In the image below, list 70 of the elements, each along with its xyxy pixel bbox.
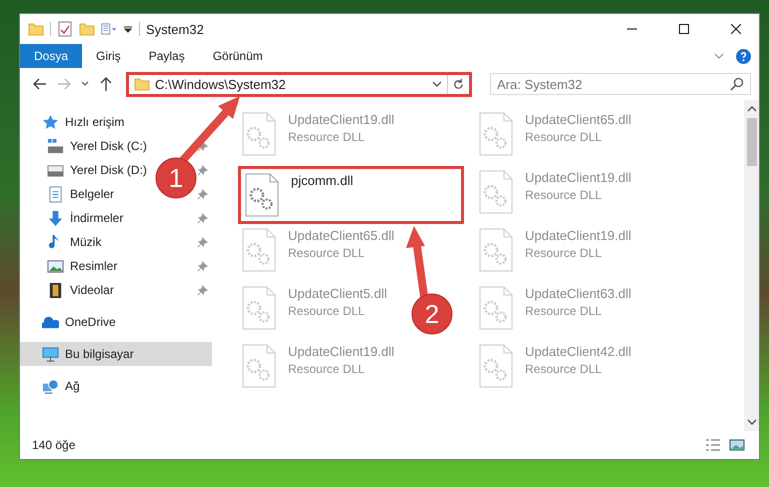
file-name[interactable]: pjcomm.dll bbox=[291, 173, 354, 188]
pin-icon[interactable] bbox=[197, 188, 208, 200]
file-type: Resource DLL bbox=[288, 362, 366, 376]
sidebar-item[interactable]: Yerel Disk (D:) bbox=[70, 163, 147, 177]
sidebar-item[interactable]: Belgeler bbox=[70, 187, 114, 201]
sidebar-item[interactable]: Resimler bbox=[70, 259, 118, 273]
pin-icon[interactable] bbox=[197, 212, 208, 224]
refresh-icon[interactable] bbox=[452, 78, 465, 90]
scroll-up-icon[interactable] bbox=[746, 104, 756, 114]
document-icon bbox=[47, 186, 64, 202]
cloud-icon bbox=[42, 314, 59, 330]
dropdown-icon[interactable] bbox=[432, 79, 442, 89]
pin-icon[interactable] bbox=[197, 140, 208, 152]
window-title: System32 bbox=[146, 22, 204, 36]
sidebar-item[interactable]: Bu bilgisayar bbox=[20, 342, 212, 366]
search-field[interactable]: Ara: System32 bbox=[490, 73, 751, 95]
sidebar-item[interactable]: Yerel Disk (C:) bbox=[70, 139, 147, 153]
picture-view-icon[interactable] bbox=[729, 437, 745, 453]
step-badge: 1 bbox=[156, 158, 196, 198]
scroll-down-icon[interactable] bbox=[746, 417, 756, 427]
caret-icon[interactable] bbox=[123, 24, 133, 34]
scrollbar[interactable] bbox=[744, 100, 759, 431]
properties-icon[interactable] bbox=[101, 21, 117, 37]
picture-icon bbox=[47, 258, 64, 274]
ribbon-tab[interactable]: Giriş bbox=[82, 44, 135, 68]
monitor-icon bbox=[42, 346, 59, 362]
file-type: Resource DLL bbox=[525, 246, 603, 260]
sidebar-item[interactable]: Videolar bbox=[70, 283, 114, 297]
step-badge: 2 bbox=[412, 294, 452, 334]
film-icon bbox=[47, 282, 64, 298]
star-icon bbox=[42, 114, 59, 130]
ribbon-tab[interactable]: Paylaş bbox=[134, 44, 199, 68]
help-icon[interactable] bbox=[736, 48, 751, 64]
expand-ribbon-icon[interactable] bbox=[714, 51, 724, 61]
file-type: Resource DLL bbox=[525, 304, 603, 318]
sidebar-item[interactable]: Hızlı erişim bbox=[20, 110, 212, 134]
ribbon-tab[interactable]: Dosya bbox=[20, 44, 82, 68]
down-arrow-icon bbox=[47, 210, 64, 226]
item-count: 140 öğe bbox=[32, 438, 76, 452]
pin-icon[interactable] bbox=[197, 236, 208, 248]
address-path: C:\Windows\System32 bbox=[155, 76, 287, 92]
new-folder-icon[interactable] bbox=[79, 21, 95, 37]
pin-icon[interactable] bbox=[197, 164, 208, 176]
network-icon bbox=[42, 378, 59, 394]
gear-file-icon[interactable] bbox=[245, 173, 279, 217]
search-icon[interactable] bbox=[730, 77, 744, 91]
file-type: Resource DLL bbox=[288, 304, 366, 318]
scroll-thumb[interactable] bbox=[746, 118, 756, 166]
ribbon-tab[interactable]: Görünüm bbox=[198, 44, 277, 68]
file-type: Resource DLL bbox=[288, 246, 366, 260]
close-icon[interactable] bbox=[731, 24, 741, 34]
details-view-icon[interactable] bbox=[705, 437, 721, 453]
sidebar-item[interactable]: İndirmeler bbox=[70, 211, 124, 225]
sidebar-item[interactable]: Müzik bbox=[70, 235, 102, 249]
pin-icon[interactable] bbox=[197, 284, 208, 296]
back-icon[interactable] bbox=[32, 76, 48, 92]
sidebar-item[interactable]: OneDrive bbox=[20, 310, 212, 334]
drive-icon bbox=[47, 138, 64, 154]
file-type: Resource DLL bbox=[525, 188, 603, 202]
file-type: Resource DLL bbox=[525, 362, 603, 376]
checklist-icon[interactable] bbox=[57, 21, 73, 37]
file-type: Resource DLL bbox=[288, 130, 366, 144]
folder-icon bbox=[134, 76, 150, 92]
folder-icon[interactable] bbox=[28, 21, 44, 37]
maximize-icon[interactable] bbox=[679, 24, 689, 34]
file-type: Resource DLL bbox=[525, 130, 603, 144]
address-field[interactable]: C:\Windows\System32 bbox=[126, 72, 472, 96]
pin-icon[interactable] bbox=[197, 260, 208, 272]
up-arrow-icon[interactable] bbox=[98, 76, 114, 92]
sidebar-item[interactable]: Ağ bbox=[20, 374, 212, 398]
